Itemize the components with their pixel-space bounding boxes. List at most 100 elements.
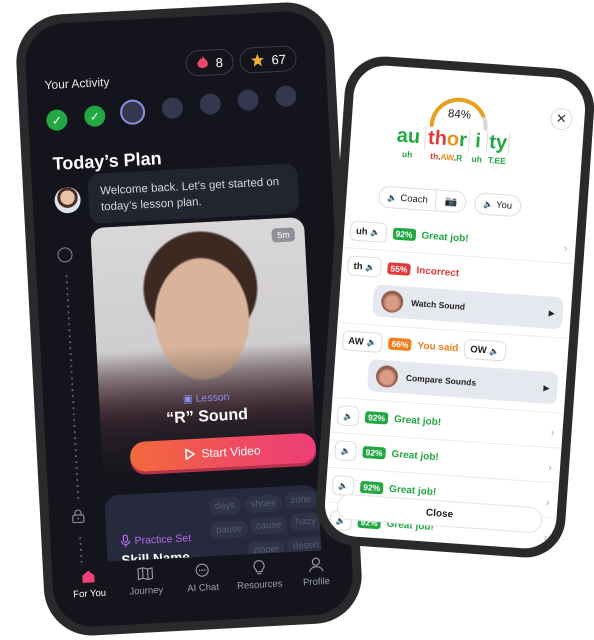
play-you-button[interactable]: 🔈 You [473,192,522,218]
play-icon [185,448,196,461]
said-sound-chip[interactable]: OW 🔈 [463,338,507,362]
score-badge: 92% [362,445,387,460]
tab-for-you[interactable]: For You [62,567,117,628]
phone-dashboard: Your Activity 8 67 ✓ ✓ Today’s Plan Welc… [13,0,365,638]
segment-phonetic: T.EE [487,154,507,167]
day-dot-complete: ✓ [83,105,106,128]
compare-sounds-button[interactable]: Compare Sounds ▶ [366,359,559,405]
score-badge: 92% [392,227,416,242]
verdict-text: You said [417,339,459,354]
word-breakdown: au uh thor th.AW.R i uh ty T.EE [393,124,511,166]
speaker-icon: 🔈 [489,346,500,356]
speaker-icon: 🔈 [337,480,349,491]
timeline-connector [65,273,80,504]
chevron-right-icon[interactable]: › [545,497,550,509]
sound-chip[interactable]: uh 🔈 [349,220,388,244]
score-badge: 66% [388,337,412,352]
speaker-icon: 🔈 [482,199,494,209]
lightbulb-icon [253,560,265,575]
play-icon: ▶ [548,308,556,318]
tab-ai-chat[interactable]: AI Chat [176,561,231,622]
sound-chip[interactable]: AW 🔈 [341,330,384,354]
segment-text: i [474,130,482,153]
practice-word: days [208,496,242,516]
verdict-text: Incorrect [416,264,460,279]
segment-phonetic: th.AW.R [429,150,463,164]
verdict-text: Great job! [421,230,470,245]
word-segment[interactable]: au uh [393,124,423,160]
speaker-icon: 🔈 [365,262,376,272]
segment-phonetic: uh [471,153,483,165]
duration-badge: 5m [271,227,296,243]
dashboard-screen: Your Activity 8 67 ✓ ✓ Today’s Plan Welc… [23,9,355,629]
tab-profile[interactable]: Profile [289,555,344,616]
home-icon [82,570,96,583]
sound-chip[interactable]: th 🔈 [346,255,383,278]
practice-word: shoes [244,494,283,514]
chevron-right-icon[interactable]: › [563,242,568,254]
phone-feedback: 84% ✕ au uh thor th.AW.R i uh ty T.EE 🔈 C… [313,53,594,561]
word-segment[interactable]: i uh [471,130,484,165]
chevron-right-icon[interactable]: › [550,427,555,439]
sound-chip[interactable]: 🔈 [331,474,355,497]
segment-phonetic: uh [401,148,413,160]
lesson-tag-label: Lesson [195,390,230,405]
coach-thumbnail [380,289,404,314]
watch-sound-button[interactable]: Watch Sound ▶ [372,284,564,330]
word-segment[interactable]: thor th.AW.R [423,126,471,164]
day-dot-complete: ✓ [45,109,68,132]
sound-chip[interactable]: 🔈 [334,439,358,462]
slow-motion-button[interactable]: 📷 [436,195,465,208]
verdict-text: Great job! [391,448,440,463]
flame-icon [197,55,208,68]
activity-day-tracker: ✓ ✓ [45,85,298,134]
play-icon: ▶ [543,382,550,393]
speaker-icon: 🔈 [342,410,354,421]
streak-badge[interactable]: 8 [184,48,235,77]
bottom-tab-bar: For You Journey AI Chat Resources Profil… [51,548,355,629]
speaker-icon: 🔈 [366,337,377,348]
tab-label: AI Chat [186,581,220,595]
map-icon [137,567,154,581]
watch-sound-label: Watch Sound [410,297,466,312]
lock-icon [72,509,85,524]
timeline-step-icon [57,247,73,263]
check-icon: ✓ [89,108,101,124]
star-count: 67 [271,51,287,67]
segment-text: ty [485,130,511,155]
speaker-icon: 🔈 [370,227,381,238]
segment-text: au [396,124,421,149]
play-coach-button[interactable]: 🔈 Coach [379,191,436,206]
sound-chip[interactable]: 🔈 [336,405,360,427]
stars-badge[interactable]: 67 [238,45,298,74]
word-segment[interactable]: ty T.EE [485,130,511,167]
practice-word: cause [249,516,288,536]
streak-count: 8 [215,54,224,70]
practice-word: pause [209,520,249,540]
feedback-screen: 84% ✕ au uh thor th.AW.R i uh ty T.EE 🔈 C… [322,63,588,551]
verdict-text: Great job! [388,483,437,498]
video-icon: ▣ [182,392,194,406]
tab-resources[interactable]: Resources [233,558,288,619]
day-dot-current [119,99,146,126]
speaker-icon: 🔈 [340,445,351,456]
close-icon[interactable]: ✕ [549,107,574,131]
chevron-right-icon[interactable]: › [543,532,548,544]
practice-word: zone [284,490,318,510]
verdict-text: Great job! [393,413,442,428]
coach-avatar [53,186,82,214]
speaker-icon: 🔈 [387,192,398,203]
score-badge: 92% [364,411,389,425]
tab-journey[interactable]: Journey [119,564,174,625]
day-dot-upcoming [161,97,184,120]
segment-text: thor [424,126,471,152]
playback-controls: 🔈 Coach 📷 🔈 You [377,185,522,218]
check-icon: ✓ [51,112,63,128]
coach-thumbnail [375,364,399,389]
camera-icon: 📷 [444,195,458,208]
score-badge: 92% [359,480,384,495]
lesson-card[interactable]: 5m ▣ Lesson “R” Sound Start Video [90,216,318,482]
start-video-label: Start Video [201,443,261,461]
chevron-right-icon[interactable]: › [548,462,553,474]
tab-label: Journey [129,584,164,598]
